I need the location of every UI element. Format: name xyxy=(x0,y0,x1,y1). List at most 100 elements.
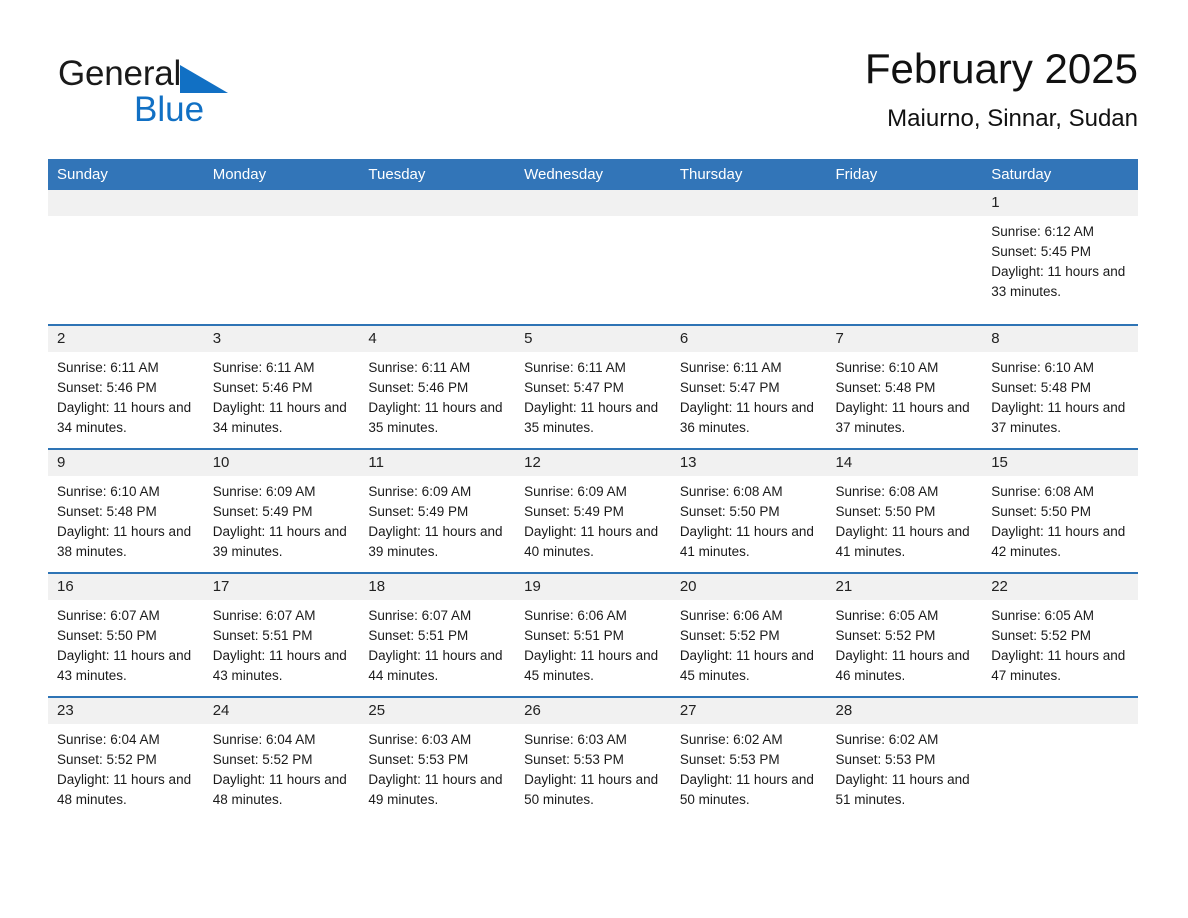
sunset-text: Sunset: 5:52 PM xyxy=(212,752,313,767)
day-details: Sunrise: 6:05 AM Sunset: 5:52 PM Daylight:… xyxy=(827,600,983,696)
calendar-day-cell-empty xyxy=(515,190,671,326)
weekday-header-sunday: Sunday xyxy=(48,159,204,190)
day-number xyxy=(203,190,360,216)
day-number: 5 xyxy=(515,326,671,352)
calendar-day-cell[interactable]: 24 Sunrise: 6:04 AM Sunset: 5:52 PM Dayligh… xyxy=(203,697,360,820)
sunset-text: Sunset: 5:47 PM xyxy=(524,380,624,395)
calendar-day-cell[interactable]: 18 Sunrise: 6:07 AM Sunset: 5:51 PM Dayligh… xyxy=(359,573,516,698)
sunrise-text: Sunrise: 6:02 AM xyxy=(679,732,783,747)
calendar-day-cell[interactable]: 10 Sunrise: 6:09 AM Sunset: 5:49 PM Dayligh… xyxy=(203,449,360,574)
calendar-day-cell[interactable]: 6 Sunrise: 6:11 AM Sunset: 5:47 PM Daylight… xyxy=(670,325,827,450)
day-number: 16 xyxy=(48,574,204,600)
calendar-day-cell[interactable]: 5 Sunrise: 6:11 AM Sunset: 5:47 PM Daylight… xyxy=(515,325,671,450)
sunset-text: Sunset: 5:51 PM xyxy=(212,628,313,643)
day-number: 21 xyxy=(826,574,983,600)
calendar-day-cell-empty xyxy=(203,190,360,326)
day-details: Sunrise: 6:09 AM Sunset: 5:49 PM Daylight:… xyxy=(359,476,515,572)
calendar-day-cell[interactable]: 14 Sunrise: 6:08 AM Sunset: 5:50 PM Dayligh… xyxy=(826,449,983,574)
sunrise-text: Sunrise: 6:07 AM xyxy=(368,608,472,623)
day-number xyxy=(982,698,1138,724)
day-number: 22 xyxy=(982,574,1138,600)
day-details: Sunrise: 6:11 AM Sunset: 5:46 PM Daylight:… xyxy=(204,352,360,448)
day-details: Sunrise: 6:06 AM Sunset: 5:51 PM Daylight:… xyxy=(515,600,671,696)
sunset-text: Sunset: 5:48 PM xyxy=(991,380,1092,395)
day-details: Sunrise: 6:12 AM Sunset: 5:45 PM Daylight:… xyxy=(982,216,1138,324)
calendar-day-cell[interactable]: 4 Sunrise: 6:11 AM Sunset: 5:46 PM Daylight… xyxy=(359,325,516,450)
daylight-text: Daylight: 11 hours and 33 minutes. xyxy=(991,264,1126,299)
calendar-day-cell[interactable]: 27 Sunrise: 6:02 AM Sunset: 5:53 PM Dayligh… xyxy=(670,697,827,820)
day-number: 26 xyxy=(515,698,671,724)
calendar-day-cell[interactable]: 20 Sunrise: 6:06 AM Sunset: 5:52 PM Dayligh… xyxy=(670,573,827,698)
sunset-text: Sunset: 5:52 PM xyxy=(835,628,936,643)
sunrise-text: Sunrise: 6:09 AM xyxy=(212,484,316,499)
weekday-header-saturday: Saturday xyxy=(982,159,1138,190)
calendar-day-cell[interactable]: 28 Sunrise: 6:02 AM Sunset: 5:53 PM Dayligh… xyxy=(826,697,983,820)
daylight-text: Daylight: 11 hours and 43 minutes. xyxy=(57,648,192,683)
sunrise-text: Sunrise: 6:06 AM xyxy=(679,608,783,623)
day-details: Sunrise: 6:08 AM Sunset: 5:50 PM Daylight:… xyxy=(671,476,827,572)
logo-top-row: General xyxy=(58,52,318,96)
calendar-day-cell[interactable]: 21 Sunrise: 6:05 AM Sunset: 5:52 PM Dayligh… xyxy=(826,573,983,698)
daylight-text: Daylight: 11 hours and 48 minutes. xyxy=(57,772,192,807)
day-details: Sunrise: 6:04 AM Sunset: 5:52 PM Daylight:… xyxy=(48,724,204,820)
day-number: 9 xyxy=(48,450,204,476)
day-details: Sunrise: 6:10 AM Sunset: 5:48 PM Daylight:… xyxy=(982,352,1138,448)
calendar-day-cell[interactable]: 2 Sunrise: 6:11 AM Sunset: 5:46 PM Daylight… xyxy=(48,325,204,450)
weekday-header-friday: Friday xyxy=(826,159,983,190)
sunrise-text: Sunrise: 6:05 AM xyxy=(835,608,939,623)
sunset-text: Sunset: 5:50 PM xyxy=(991,504,1092,519)
sunrise-text: Sunrise: 6:11 AM xyxy=(368,360,471,375)
day-details: Sunrise: 6:10 AM Sunset: 5:48 PM Daylight:… xyxy=(48,476,204,572)
calendar-day-cell[interactable]: 8 Sunrise: 6:10 AM Sunset: 5:48 PM Daylight… xyxy=(982,325,1138,450)
sunset-text: Sunset: 5:48 PM xyxy=(835,380,936,395)
calendar-day-cell[interactable]: 3 Sunrise: 6:11 AM Sunset: 5:46 PM Daylight… xyxy=(203,325,360,450)
day-number: 14 xyxy=(826,450,983,476)
day-details xyxy=(48,216,204,324)
calendar-day-cell[interactable]: 19 Sunrise: 6:06 AM Sunset: 5:51 PM Dayligh… xyxy=(515,573,671,698)
calendar-day-cell[interactable]: 25 Sunrise: 6:03 AM Sunset: 5:53 PM Dayligh… xyxy=(359,697,516,820)
general-blue-logo: General Blue xyxy=(58,52,318,144)
day-details: Sunrise: 6:06 AM Sunset: 5:52 PM Daylight:… xyxy=(671,600,827,696)
daylight-text: Daylight: 11 hours and 49 minutes. xyxy=(368,772,503,807)
weekday-header-wednesday: Wednesday xyxy=(515,159,671,190)
day-details: Sunrise: 6:04 AM Sunset: 5:52 PM Daylight:… xyxy=(204,724,360,820)
calendar-day-cell[interactable]: 7 Sunrise: 6:10 AM Sunset: 5:48 PM Daylight… xyxy=(826,325,983,450)
calendar-day-cell[interactable]: 11 Sunrise: 6:09 AM Sunset: 5:49 PM Dayligh… xyxy=(359,449,516,574)
sunrise-text: Sunrise: 6:03 AM xyxy=(524,732,627,747)
sunrise-text: Sunrise: 6:09 AM xyxy=(524,484,627,499)
calendar-day-cell[interactable]: 1 Sunrise: 6:12 AM Sunset: 5:45 PM Daylight… xyxy=(982,190,1138,326)
calendar-day-cell[interactable]: 23 Sunrise: 6:04 AM Sunset: 5:52 PM Dayligh… xyxy=(48,697,204,820)
calendar-day-cell[interactable]: 13 Sunrise: 6:08 AM Sunset: 5:50 PM Dayligh… xyxy=(670,449,827,574)
calendar-day-cell[interactable]: 15 Sunrise: 6:08 AM Sunset: 5:50 PM Dayligh… xyxy=(982,449,1138,574)
day-details xyxy=(515,216,671,324)
day-number: 10 xyxy=(203,450,360,476)
sunset-text: Sunset: 5:50 PM xyxy=(835,504,936,519)
calendar-day-cell[interactable]: 9 Sunrise: 6:10 AM Sunset: 5:48 PM Daylight… xyxy=(48,449,204,574)
daylight-text: Daylight: 11 hours and 41 minutes. xyxy=(679,524,814,559)
sunset-text: Sunset: 5:51 PM xyxy=(368,628,469,643)
sunrise-text: Sunrise: 6:02 AM xyxy=(835,732,939,747)
page-title: February 2025 xyxy=(864,45,1138,92)
sunset-text: Sunset: 5:53 PM xyxy=(835,752,936,767)
daylight-text: Daylight: 11 hours and 50 minutes. xyxy=(524,772,659,807)
day-number: 3 xyxy=(203,326,360,352)
calendar-day-cell[interactable]: 17 Sunrise: 6:07 AM Sunset: 5:51 PM Dayligh… xyxy=(203,573,360,698)
calendar-day-cell-empty xyxy=(48,190,204,326)
sunrise-text: Sunrise: 6:11 AM xyxy=(57,360,159,375)
daylight-text: Daylight: 11 hours and 44 minutes. xyxy=(368,648,503,683)
calendar-day-cell[interactable]: 22 Sunrise: 6:05 AM Sunset: 5:52 PM Dayligh… xyxy=(982,573,1138,698)
sunrise-text: Sunrise: 6:11 AM xyxy=(679,360,782,375)
day-number: 23 xyxy=(48,698,204,724)
weekday-header-monday: Monday xyxy=(203,159,360,190)
title-block: February 2025 Maiurno, Sinnar, Sudan xyxy=(865,44,1138,136)
daylight-text: Daylight: 11 hours and 42 minutes. xyxy=(991,524,1126,559)
calendar-day-cell[interactable]: 16 Sunrise: 6:07 AM Sunset: 5:50 PM Dayligh… xyxy=(48,573,204,698)
day-number xyxy=(515,190,671,216)
day-details xyxy=(827,216,983,324)
calendar-day-cell[interactable]: 26 Sunrise: 6:03 AM Sunset: 5:53 PM Dayligh… xyxy=(515,697,671,820)
calendar-day-cell-empty xyxy=(982,697,1138,820)
day-number: 11 xyxy=(359,450,516,476)
sunset-text: Sunset: 5:53 PM xyxy=(679,752,780,767)
calendar-day-cell[interactable]: 12 Sunrise: 6:09 AM Sunset: 5:49 PM Dayligh… xyxy=(515,449,671,574)
sunrise-text: Sunrise: 6:07 AM xyxy=(57,608,160,623)
